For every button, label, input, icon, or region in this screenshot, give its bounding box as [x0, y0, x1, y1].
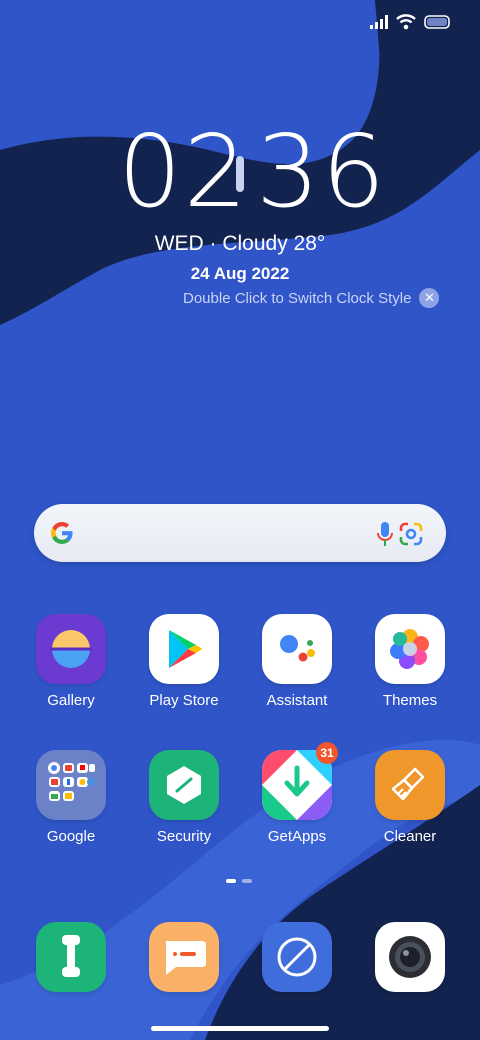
camera-icon [375, 922, 445, 992]
wifi-icon [396, 14, 416, 30]
dock-browser[interactable] [242, 922, 352, 992]
gallery-icon [36, 614, 106, 684]
security-icon [149, 750, 219, 820]
phone-icon [36, 922, 106, 992]
app-security[interactable]: Security [129, 750, 239, 845]
app-themes[interactable]: Themes [355, 614, 465, 709]
app-gallery[interactable]: Gallery [16, 614, 126, 709]
microphone-icon[interactable] [376, 520, 394, 548]
getapps-icon: 31 [262, 742, 338, 820]
notification-badge: 31 [316, 742, 338, 764]
play-store-icon [149, 614, 219, 684]
themes-icon [375, 614, 445, 684]
google-search-bar[interactable] [34, 504, 446, 562]
google-lens-icon[interactable] [398, 521, 424, 547]
app-label: Security [156, 828, 212, 845]
cellular-signal-icon [370, 15, 388, 29]
close-icon[interactable]: ✕ [419, 288, 440, 308]
clock-separator [236, 156, 244, 192]
messages-icon [149, 922, 219, 992]
clock-style-hint: Double Click to Switch Clock Style ✕ [183, 288, 440, 308]
app-assistant[interactable]: Assistant [242, 614, 352, 709]
app-label: Themes [382, 692, 438, 709]
page-dot-1[interactable] [226, 879, 236, 883]
page-dot-2[interactable] [242, 879, 252, 883]
app-folder-google[interactable]: Google [16, 750, 126, 845]
weather-text: WED · Cloudy 28° [154, 232, 326, 255]
app-play-store[interactable]: Play Store [129, 614, 239, 709]
app-label: Google [46, 828, 96, 845]
clock-minutes: 36 [256, 113, 388, 230]
app-label: GetApps [267, 828, 327, 845]
status-bar [370, 14, 450, 30]
app-label: Gallery [47, 692, 95, 709]
dock-messages[interactable] [129, 922, 239, 992]
app-getapps[interactable]: 31 GetApps [242, 742, 352, 845]
clock-style-hint-text: Double Click to Switch Clock Style [183, 289, 412, 307]
google-g-icon [51, 522, 73, 544]
app-cleaner[interactable]: Cleaner [355, 750, 465, 845]
dock-phone[interactable] [16, 922, 126, 992]
clock-widget[interactable]: 02 36 [0, 122, 480, 222]
app-label: Cleaner [383, 828, 437, 845]
app-label: Play Store [149, 692, 219, 709]
google-folder-icon [36, 750, 106, 820]
browser-icon [262, 922, 332, 992]
date-text: 24 Aug 2022 [190, 264, 290, 283]
page-indicator[interactable] [226, 879, 252, 883]
dock-camera[interactable] [355, 922, 465, 992]
app-label: Assistant [266, 692, 328, 709]
assistant-icon [262, 614, 332, 684]
battery-icon [424, 15, 450, 29]
home-indicator[interactable] [151, 1026, 329, 1031]
cleaner-icon [375, 750, 445, 820]
clock-hours: 02 [118, 113, 250, 230]
